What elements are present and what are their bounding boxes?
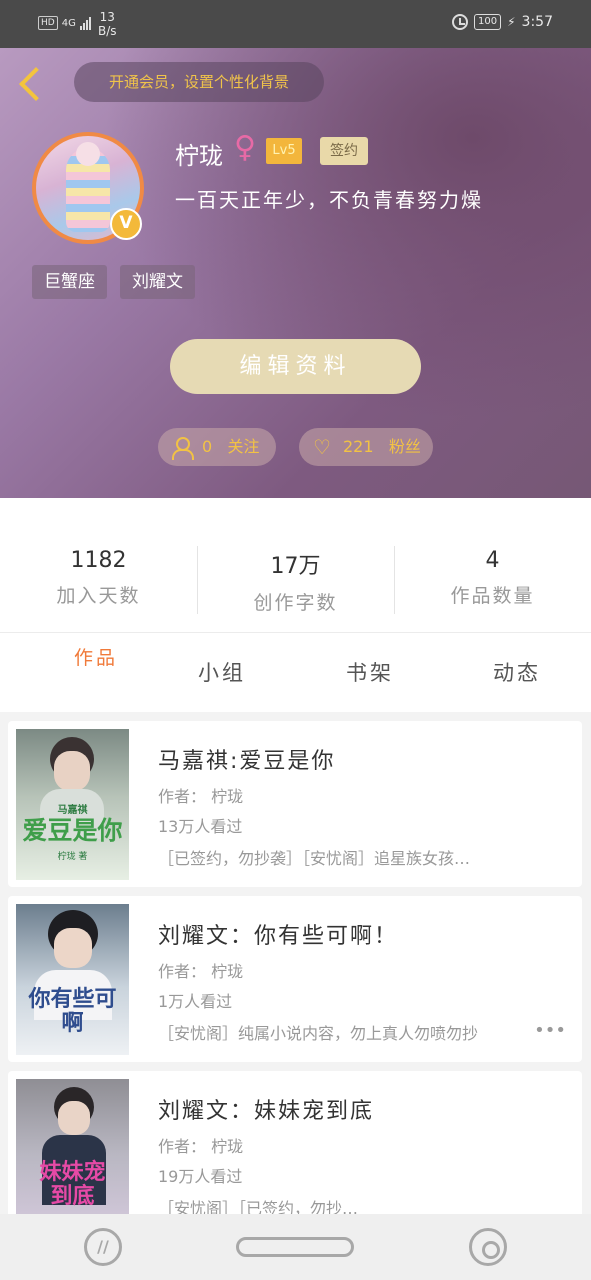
profile-tag: 巨蟹座 <box>32 265 107 299</box>
following-count: 0 <box>202 437 213 456</box>
cover-title: 爱豆是你 <box>22 816 123 845</box>
network-indicator: HD 4G <box>38 16 91 30</box>
cover-face <box>54 751 90 791</box>
profile-tabs: 作品 小组 书架 动态 <box>0 632 591 712</box>
charging-icon: ⚡ <box>507 15 516 29</box>
list-item[interactable]: 你有些可啊 刘耀文：你有些可啊！ 作者： 柠珑 1万人看过 ［安忧阁］纯属小说内… <box>8 896 582 1062</box>
book-cover[interactable]: 妹妹宠到底 <box>16 1079 129 1214</box>
signed-badge: 签约 <box>320 137 368 165</box>
book-cover[interactable]: 你有些可啊 <box>16 904 129 1055</box>
work-title[interactable]: 刘耀文：妹妹宠到底 <box>158 1093 374 1125</box>
stat-works-count: 4 作品数量 <box>450 548 535 607</box>
book-cover[interactable]: 马嘉祺 爱豆是你 柠珑 著 <box>16 729 129 880</box>
cover-top-text: 马嘉祺 <box>57 805 88 816</box>
avatar-head <box>76 142 100 166</box>
following-button[interactable]: 0 关注 <box>158 428 276 466</box>
vip-background-promo[interactable]: 开通会员，设置个性化背景 <box>74 62 324 102</box>
clock: 3:57 <box>521 14 553 30</box>
more-icon[interactable]: ••• <box>534 1020 566 1041</box>
work-title[interactable]: 刘耀文：你有些可啊！ <box>158 918 398 950</box>
verified-badge: V <box>110 208 142 240</box>
work-description: ［安忧阁］纯属小说内容，勿上真人勿喷勿抄 <box>158 1024 479 1043</box>
user-name: 柠珑 <box>175 142 223 170</box>
hd-badge: HD <box>38 16 58 30</box>
tab-groups[interactable]: 小组 <box>148 633 296 713</box>
level-badge: Lv5 <box>266 138 302 164</box>
stat-word-count: 17万 创作字数 <box>253 554 338 614</box>
list-item[interactable]: 马嘉祺 爱豆是你 柠珑 著 马嘉祺:爱豆是你 作者： 柠珑 13万人看过 ［已签… <box>8 721 582 887</box>
home-gesture-bar[interactable] <box>236 1237 354 1257</box>
system-nav-bar: // <box>0 1214 591 1280</box>
fans-label: 粉丝 <box>388 437 421 456</box>
network-speed: 13 B/s <box>98 10 117 38</box>
work-readers: 19万人看过 <box>158 1167 243 1186</box>
list-item[interactable]: 妹妹宠到底 刘耀文：妹妹宠到底 作者： 柠珑 19万人看过 ［安忧阁］［已签约，… <box>8 1071 582 1214</box>
user-motto: 一百天正年少，不负青春努力燥 <box>175 188 483 212</box>
stat-join-days: 1182 加入天数 <box>56 548 141 607</box>
cover-face <box>58 1101 90 1135</box>
fans-count: 221 <box>343 437 374 456</box>
heart-icon: ♡ <box>313 435 331 459</box>
work-readers: 13万人看过 <box>158 817 243 836</box>
alarm-icon <box>452 14 469 30</box>
work-author: 作者： 柠珑 <box>158 1137 244 1156</box>
works-list: 马嘉祺 爱豆是你 柠珑 著 马嘉祺:爱豆是你 作者： 柠珑 13万人看过 ［已签… <box>0 712 591 1214</box>
work-author: 作者： 柠珑 <box>158 787 244 806</box>
assistant-nav-button[interactable]: // <box>84 1228 122 1266</box>
back-button[interactable] <box>16 64 46 104</box>
fans-button[interactable]: ♡ 221 粉丝 <box>299 428 433 466</box>
following-label: 关注 <box>227 437 260 456</box>
work-description: ［已签约，勿抄袭］［安忧阁］追星族女孩… <box>158 849 471 868</box>
cover-author: 柠珑 著 <box>57 852 88 862</box>
stats-panel: 1182 加入天数 17万 创作字数 4 作品数量 <box>0 498 591 632</box>
tab-bookshelf[interactable]: 书架 <box>296 633 444 713</box>
work-description: ［安忧阁］［已签约，勿抄… <box>158 1199 359 1214</box>
cover-face <box>54 928 92 968</box>
work-readers: 1万人看过 <box>158 992 233 1011</box>
work-title[interactable]: 马嘉祺:爱豆是你 <box>158 743 335 775</box>
tab-activity[interactable]: 动态 <box>443 633 591 713</box>
profile-tag: 刘耀文 <box>120 265 195 299</box>
battery-icon: 100 <box>474 14 502 30</box>
edit-profile-button[interactable]: 编辑资料 <box>170 339 421 394</box>
network-type: 4G <box>61 17 76 29</box>
app-nav-button[interactable] <box>469 1228 507 1266</box>
signal-icon <box>79 16 91 30</box>
work-author: 作者： 柠珑 <box>158 962 244 981</box>
cover-title: 妹妹宠到底 <box>39 1160 106 1209</box>
add-person-icon <box>172 437 194 460</box>
status-bar: HD 4G 13 B/s 100 ⚡ 3:57 <box>0 0 591 48</box>
cover-title: 你有些可啊 <box>28 987 117 1036</box>
female-icon: ♀ <box>234 130 256 165</box>
